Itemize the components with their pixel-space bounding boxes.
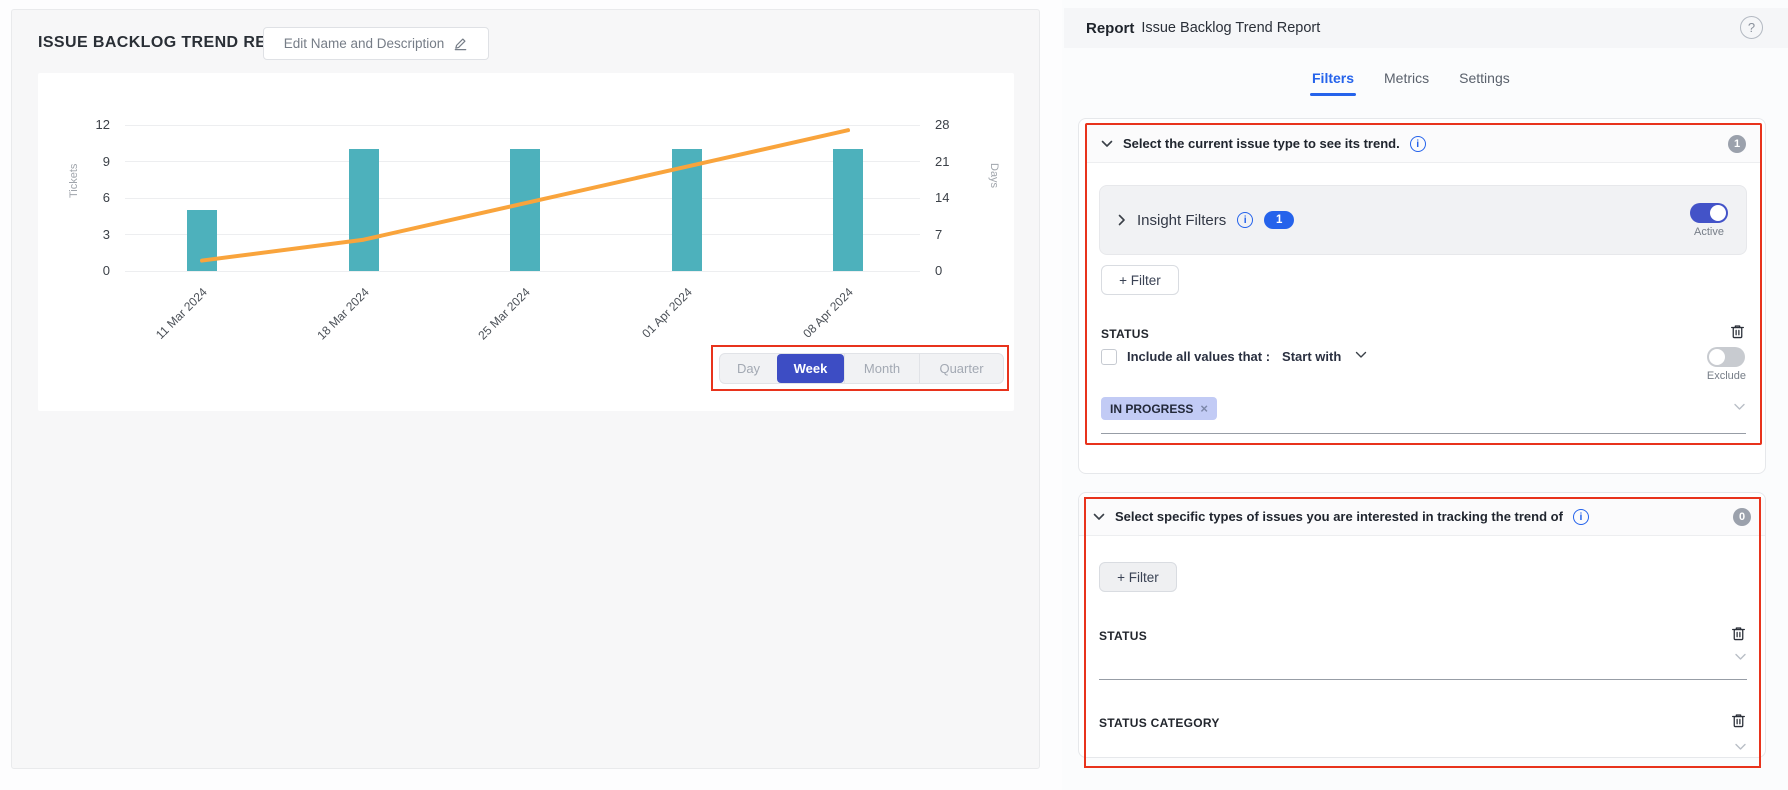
help-icon[interactable]: ? [1740,16,1763,39]
info-icon[interactable]: i [1573,509,1589,525]
chevron-down-icon[interactable] [1093,513,1105,521]
annotation-box-section1: Select the current issue type to see its… [1085,123,1762,445]
operator-select[interactable]: Start with [1282,349,1341,364]
section1-header: Select the current issue type to see its… [1087,125,1760,163]
status-category-select-row[interactable] [1099,743,1747,751]
include-all-checkbox[interactable] [1101,349,1117,365]
panel-tabs: Filters Metrics Settings [1312,70,1510,96]
tab-metrics[interactable]: Metrics [1384,70,1429,96]
period-option-week[interactable]: Week [777,354,844,383]
edit-name-description-button[interactable]: Edit Name and Description [263,27,489,60]
filter-section-specific-issue-types: Select specific types of issues you are … [1078,492,1766,758]
status-values-underline[interactable] [1101,433,1746,434]
period-toggle-group: Day Week Month Quarter [719,353,1004,384]
section1-count-badge: 1 [1728,135,1746,153]
add-filter-button[interactable]: + Filter [1099,562,1177,592]
chip-remove-icon[interactable]: × [1200,401,1208,416]
insight-filters-card[interactable]: Insight Filters i 1 Active [1099,185,1747,255]
include-values-row: Include all values that : Start with Exc… [1101,347,1746,382]
operator-chevron-down-icon[interactable] [1355,351,1367,359]
status-field-label: STATUS [1101,327,1149,341]
info-icon[interactable]: i [1237,212,1253,228]
panel-header: Report Issue Backlog Trend Report [1064,8,1788,48]
status-select-underline[interactable] [1099,679,1747,680]
pencil-icon [453,36,468,51]
add-filter-button[interactable]: + Filter [1101,265,1179,295]
select-chevron-down-icon[interactable] [1734,653,1747,661]
trash-icon[interactable] [1729,323,1746,345]
filter-section-current-issue-type: Select the current issue type to see its… [1078,118,1766,474]
chip-label: IN PROGRESS [1110,402,1193,416]
status-field-row: STATUS [1099,625,1747,647]
trash-icon[interactable] [1730,625,1747,647]
select-chevron-down-icon[interactable] [1734,743,1747,751]
insight-filters-label: Insight Filters [1137,212,1226,229]
panel-header-title: Issue Backlog Trend Report [1141,20,1320,36]
chevron-right-icon[interactable] [1118,214,1126,226]
status-select-row[interactable] [1099,653,1747,661]
tab-settings[interactable]: Settings [1459,70,1510,96]
panel-header-label: Report [1086,20,1134,37]
info-icon[interactable]: i [1410,136,1426,152]
tab-filters[interactable]: Filters [1312,70,1354,96]
period-option-quarter[interactable]: Quarter [919,354,1003,383]
status-chip-in-progress[interactable]: IN PROGRESS × [1101,397,1217,420]
trend-chart-card: Tickets Days 0369120714212811 Mar 202418… [38,73,1014,411]
status-field-label: STATUS [1099,629,1147,643]
status-values-row: IN PROGRESS × [1101,397,1746,420]
status-category-field-label: STATUS CATEGORY [1099,716,1220,730]
values-chevron-down-icon[interactable] [1733,403,1746,411]
edit-button-label: Edit Name and Description [284,36,445,51]
section2-header: Select specific types of issues you are … [1079,498,1765,536]
exclude-toggle-label: Exclude [1707,370,1746,382]
chevron-down-icon[interactable] [1101,140,1113,148]
trash-icon[interactable] [1730,712,1747,734]
status-field-row: STATUS [1101,323,1746,345]
section2-title: Select specific types of issues you are … [1115,509,1563,524]
include-all-label: Include all values that : [1127,349,1270,364]
section2-count-badge: 0 [1733,508,1751,526]
status-category-field-row: STATUS CATEGORY [1099,712,1747,734]
insight-filters-toggle[interactable] [1690,203,1728,223]
insight-filters-count-badge: 1 [1264,211,1294,229]
period-option-month[interactable]: Month [844,354,919,383]
insight-toggle-label: Active [1694,226,1724,238]
period-option-day[interactable]: Day [720,354,777,383]
exclude-toggle[interactable] [1707,347,1745,367]
section1-title: Select the current issue type to see its… [1123,136,1400,151]
